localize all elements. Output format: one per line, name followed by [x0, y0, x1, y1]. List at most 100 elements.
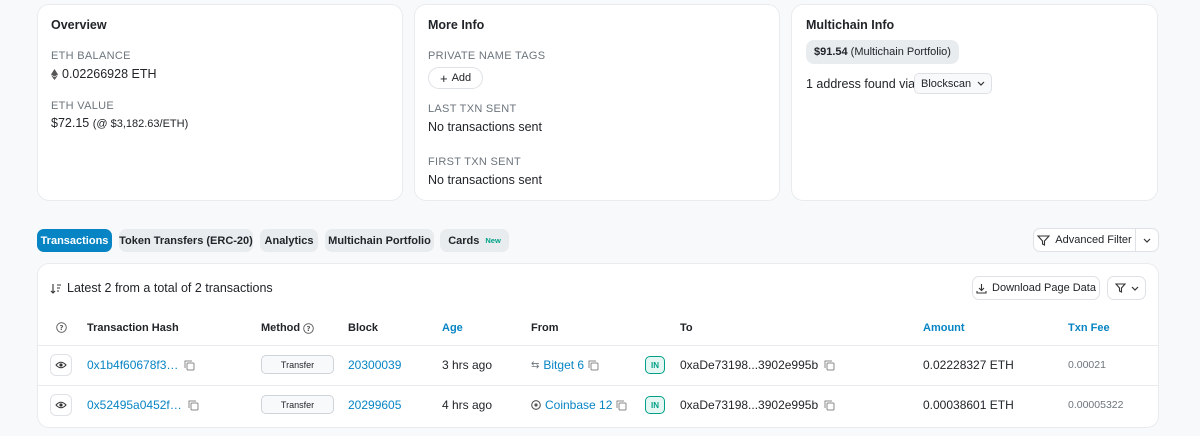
eth-value: $72.15 [51, 116, 90, 130]
header-age[interactable]: Age [442, 322, 463, 334]
table-summary: Latest 2 from a total of 2 transactions [50, 281, 273, 295]
ethereum-icon [51, 68, 58, 80]
fee-cell: 0.00021 [1068, 359, 1106, 371]
tab-token-transfers-label: Token Transfers (ERC-20) [119, 234, 253, 247]
header-from: From [531, 322, 559, 334]
table-row-2-hash: 0x52495a0452f… [87, 398, 199, 412]
txn-hash-link[interactable]: 0x52495a0452f… [87, 398, 182, 412]
first-txn-value: No transactions sent [428, 173, 542, 187]
portfolio-suffix: (Multichain Portfolio) [850, 46, 951, 58]
filter-funnel-icon [1114, 283, 1126, 293]
svg-text:?: ? [59, 324, 63, 332]
add-tag-button[interactable]: + Add [428, 67, 484, 89]
address-found-text: 1 address found via [806, 77, 916, 91]
header-method-label: Method [261, 322, 301, 334]
preview-button[interactable] [50, 354, 72, 376]
eth-value-label: ETH VALUE [51, 100, 115, 112]
row-divider [37, 385, 1159, 386]
private-tags-label: PRIVATE NAME TAGS [428, 50, 546, 62]
table-filter-button[interactable] [1107, 276, 1146, 300]
block-link[interactable]: 20299605 [348, 398, 401, 412]
eth-price: (@ $3,182.63/ETH) [92, 118, 189, 130]
chevron-down-icon [1143, 238, 1151, 243]
header-method: Method ? [261, 322, 314, 334]
tab-transactions-label: Transactions [40, 234, 109, 247]
age-cell: 4 hrs ago [442, 398, 493, 412]
overview-card: Overview ETH BALANCE 0.02266928 ETH ETH … [37, 4, 403, 201]
svg-text:?: ? [307, 325, 311, 333]
tab-token-transfers[interactable]: Token Transfers (ERC-20) [119, 229, 253, 252]
advanced-filter-dropdown[interactable] [1135, 228, 1159, 252]
to-cell: 0xaDe73198...3902e995b [680, 358, 835, 372]
copy-icon[interactable] [184, 360, 195, 371]
new-badge: New [485, 236, 501, 245]
header-transaction-hash: Transaction Hash [87, 322, 179, 334]
amount-cell: 0.00038601 ETH [923, 398, 1014, 412]
help-header[interactable]: ? [56, 322, 67, 333]
age-cell: 3 hrs ago [442, 358, 493, 372]
copy-icon[interactable] [616, 400, 627, 411]
download-page-data-button[interactable]: Download Page Data [972, 276, 1100, 300]
chevron-down-icon [977, 81, 985, 86]
to-cell: 0xaDe73198...3902e995b [680, 398, 835, 412]
to-address: 0xaDe73198...3902e995b [680, 358, 819, 372]
tab-analytics-label: Analytics [264, 234, 314, 247]
last-txn-value: No transactions sent [428, 120, 542, 134]
info-circle-icon[interactable]: ? [303, 322, 314, 334]
copy-icon[interactable] [824, 400, 835, 411]
tab-cards[interactable]: Cards New [440, 229, 509, 252]
filter-funnel-icon [1037, 234, 1051, 246]
tab-analytics[interactable]: Analytics [260, 229, 318, 252]
tab-multichain-portfolio[interactable]: Multichain Portfolio [325, 229, 434, 252]
direction-badge: IN [645, 356, 665, 374]
block-link[interactable]: 20300039 [348, 358, 401, 372]
method-badge: Transfer [261, 355, 334, 374]
coinbase-icon [531, 400, 541, 410]
header-divider [37, 345, 1159, 346]
more-info-title: More Info [428, 18, 485, 32]
download-icon [976, 283, 987, 294]
advanced-filter-label: Advanced Filter [1055, 234, 1132, 246]
portfolio-value: $91.54 [814, 46, 848, 58]
blockscan-dropdown[interactable]: Blockscan [914, 73, 993, 94]
eth-balance-label: ETH BALANCE [51, 50, 131, 62]
from-link[interactable]: Bitget 6 [543, 358, 584, 372]
download-label: Download Page Data [992, 282, 1096, 294]
fee-cell: 0.00005322 [1068, 399, 1124, 411]
eye-icon [55, 361, 67, 369]
multichain-title: Multichain Info [806, 18, 895, 32]
eth-balance: 0.02266928 ETH [62, 67, 157, 81]
header-block: Block [348, 322, 378, 334]
chevron-down-icon [1131, 286, 1138, 291]
eth-balance-value: 0.02266928 ETH [51, 67, 157, 81]
header-amount[interactable]: Amount [923, 322, 965, 334]
copy-icon[interactable] [588, 360, 599, 371]
multichain-card: Multichain Info $91.54 (Multichain Portf… [791, 4, 1158, 201]
overview-title: Overview [51, 18, 107, 32]
eth-value-row: $72.15 (@ $3,182.63/ETH) [51, 116, 188, 130]
method-badge: Transfer [261, 395, 334, 414]
sort-icon [50, 283, 61, 294]
from-cell: Coinbase 12 [531, 398, 627, 412]
txn-hash-link[interactable]: 0x1b4f60678f3… [87, 358, 178, 372]
last-txn-label: LAST TXN SENT [428, 103, 517, 115]
question-circle-icon: ? [56, 322, 67, 333]
add-label: Add [451, 72, 472, 84]
header-txn-fee[interactable]: Txn Fee [1068, 322, 1110, 334]
amount-cell: 0.02228327 ETH [923, 358, 1014, 372]
preview-button[interactable] [50, 394, 72, 416]
exchange-swap-icon: ⇆ [531, 359, 540, 371]
from-link[interactable]: Coinbase 12 [545, 398, 612, 412]
eye-icon [55, 401, 67, 409]
multichain-portfolio-badge[interactable]: $91.54 (Multichain Portfolio) [806, 40, 959, 64]
direction-badge: IN [645, 396, 665, 414]
copy-icon[interactable] [188, 400, 199, 411]
more-info-card: More Info PRIVATE NAME TAGS + Add LAST T… [414, 4, 780, 201]
tab-transactions[interactable]: Transactions [37, 229, 112, 252]
tab-multichain-portfolio-label: Multichain Portfolio [328, 234, 431, 247]
first-txn-label: FIRST TXN SENT [428, 156, 522, 168]
to-address: 0xaDe73198...3902e995b [680, 398, 819, 412]
advanced-filter-button[interactable]: Advanced Filter [1033, 228, 1136, 252]
table-row-1-hash: 0x1b4f60678f3… [87, 358, 195, 372]
copy-icon[interactable] [824, 360, 835, 371]
